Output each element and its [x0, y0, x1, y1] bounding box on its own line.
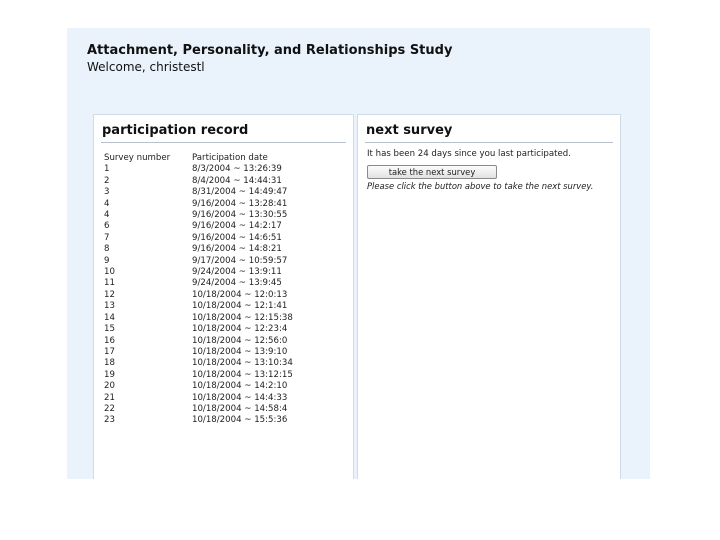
survey-number-cell: 3 — [104, 187, 110, 198]
survey-number-cell: 4 — [104, 210, 110, 221]
table-row: 21 10/18/2004 ~ 14:4:33 — [104, 393, 293, 404]
survey-number-cell: 19 — [104, 369, 115, 380]
table-row: 1 8/3/2004 ~ 13:26:39 — [104, 164, 293, 175]
next-survey-heading: next survey — [365, 123, 613, 143]
table-row: 16 10/18/2004 ~ 12:56:0 — [104, 336, 293, 347]
table-row: 15 10/18/2004 ~ 12:23:4 — [104, 324, 293, 335]
participation-record-panel: participation record Survey number Parti… — [93, 114, 354, 479]
take-next-survey-button[interactable]: take the next survey — [367, 165, 497, 179]
survey-number-cell: 16 — [104, 335, 115, 346]
next-survey-panel: next survey It has been 24 days since yo… — [357, 114, 621, 479]
table-row: 20 10/18/2004 ~ 14:2:10 — [104, 381, 293, 392]
participation-date-cell: 10/18/2004 ~ 12:23:4 — [192, 324, 288, 335]
page-background: Attachment, Personality, and Relationshi… — [67, 28, 650, 479]
table-row: 22 10/18/2004 ~ 14:58:4 — [104, 404, 293, 415]
participation-date-cell: 9/17/2004 ~ 10:59:57 — [192, 255, 288, 266]
survey-number-cell: 12 — [104, 289, 115, 300]
participation-date-cell: 8/31/2004 ~ 14:49:47 — [192, 187, 288, 198]
participation-date-cell: 10/18/2004 ~ 14:58:4 — [192, 403, 288, 414]
participation-record-heading: participation record — [101, 123, 346, 143]
participation-date-cell: 9/16/2004 ~ 13:30:55 — [192, 210, 288, 221]
page-title: Attachment, Personality, and Relationshi… — [87, 43, 453, 58]
table-row: 19 10/18/2004 ~ 13:12:15 — [104, 370, 293, 381]
participation-date-cell: 10/18/2004 ~ 12:1:41 — [192, 301, 288, 312]
participation-date-cell: 9/16/2004 ~ 14:2:17 — [192, 221, 282, 232]
participation-date-cell: 10/18/2004 ~ 13:10:34 — [192, 358, 293, 369]
survey-number-cell: 18 — [104, 358, 115, 369]
survey-number-cell: 4 — [104, 198, 110, 209]
table-header-row: Survey number Participation date — [104, 153, 293, 164]
welcome-message: Welcome, christestl — [87, 60, 205, 74]
next-survey-hint: Please click the button above to take th… — [367, 181, 594, 191]
table-row: 23 10/18/2004 ~ 15:5:36 — [104, 415, 293, 426]
survey-number-cell: 2 — [104, 175, 110, 186]
table-row: 4 9/16/2004 ~ 13:30:55 — [104, 210, 293, 221]
participation-date-cell: 10/18/2004 ~ 14:4:33 — [192, 392, 288, 403]
table-row: 6 9/16/2004 ~ 14:2:17 — [104, 221, 293, 232]
survey-number-cell: 21 — [104, 392, 115, 403]
participation-date-cell: 10/18/2004 ~ 12:0:13 — [192, 289, 288, 300]
survey-number-cell: 6 — [104, 221, 110, 232]
participation-date-cell: 10/18/2004 ~ 12:15:38 — [192, 312, 293, 323]
survey-number-cell: 13 — [104, 301, 115, 312]
participation-table: Survey number Participation date 1 8/3/20… — [104, 153, 293, 427]
table-row: 11 9/24/2004 ~ 13:9:45 — [104, 278, 293, 289]
participation-table-body: 1 8/3/2004 ~ 13:26:39 2 8/4/2004 ~ 14:44:31… — [104, 164, 293, 426]
participation-date-cell: 9/24/2004 ~ 13:9:45 — [192, 278, 282, 289]
survey-number-cell: 9 — [104, 255, 110, 266]
table-row: 10 9/24/2004 ~ 13:9:11 — [104, 267, 293, 278]
survey-number-cell: 8 — [104, 244, 110, 255]
survey-number-cell: 20 — [104, 381, 115, 392]
participation-date-cell: 10/18/2004 ~ 12:56:0 — [192, 335, 288, 346]
participation-date-cell: 8/3/2004 ~ 13:26:39 — [192, 164, 282, 175]
table-row: 8 9/16/2004 ~ 14:8:21 — [104, 244, 293, 255]
table-row: 18 10/18/2004 ~ 13:10:34 — [104, 358, 293, 369]
table-row: 9 9/17/2004 ~ 10:59:57 — [104, 256, 293, 267]
survey-number-cell: 7 — [104, 232, 110, 243]
survey-number-cell: 11 — [104, 278, 115, 289]
table-row: 14 10/18/2004 ~ 12:15:38 — [104, 313, 293, 324]
table-row: 7 9/16/2004 ~ 14:6:51 — [104, 233, 293, 244]
column-header-survey-number: Survey number — [104, 153, 171, 163]
participation-date-cell: 9/16/2004 ~ 13:28:41 — [192, 198, 288, 209]
survey-number-cell: 22 — [104, 403, 115, 414]
days-since-message: It has been 24 days since you last parti… — [367, 149, 571, 159]
participation-date-cell: 9/16/2004 ~ 14:8:21 — [192, 244, 282, 255]
participation-date-cell: 10/18/2004 ~ 15:5:36 — [192, 415, 288, 426]
column-header-participation-date: Participation date — [192, 153, 268, 163]
survey-number-cell: 1 — [104, 164, 110, 175]
table-row: 3 8/31/2004 ~ 14:49:47 — [104, 187, 293, 198]
table-row: 4 9/16/2004 ~ 13:28:41 — [104, 199, 293, 210]
participation-date-cell: 9/24/2004 ~ 13:9:11 — [192, 267, 282, 278]
participation-date-cell: 8/4/2004 ~ 14:44:31 — [192, 175, 282, 186]
survey-number-cell: 23 — [104, 415, 115, 426]
participation-date-cell: 10/18/2004 ~ 13:12:15 — [192, 369, 293, 380]
participation-date-cell: 9/16/2004 ~ 14:6:51 — [192, 232, 282, 243]
survey-number-cell: 15 — [104, 324, 115, 335]
table-row: 12 10/18/2004 ~ 12:0:13 — [104, 290, 293, 301]
table-row: 2 8/4/2004 ~ 14:44:31 — [104, 176, 293, 187]
table-row: 13 10/18/2004 ~ 12:1:41 — [104, 301, 293, 312]
participation-date-cell: 10/18/2004 ~ 13:9:10 — [192, 346, 288, 357]
survey-number-cell: 14 — [104, 312, 115, 323]
survey-number-cell: 10 — [104, 267, 115, 278]
survey-number-cell: 17 — [104, 346, 115, 357]
participation-date-cell: 10/18/2004 ~ 14:2:10 — [192, 381, 288, 392]
table-row: 17 10/18/2004 ~ 13:9:10 — [104, 347, 293, 358]
